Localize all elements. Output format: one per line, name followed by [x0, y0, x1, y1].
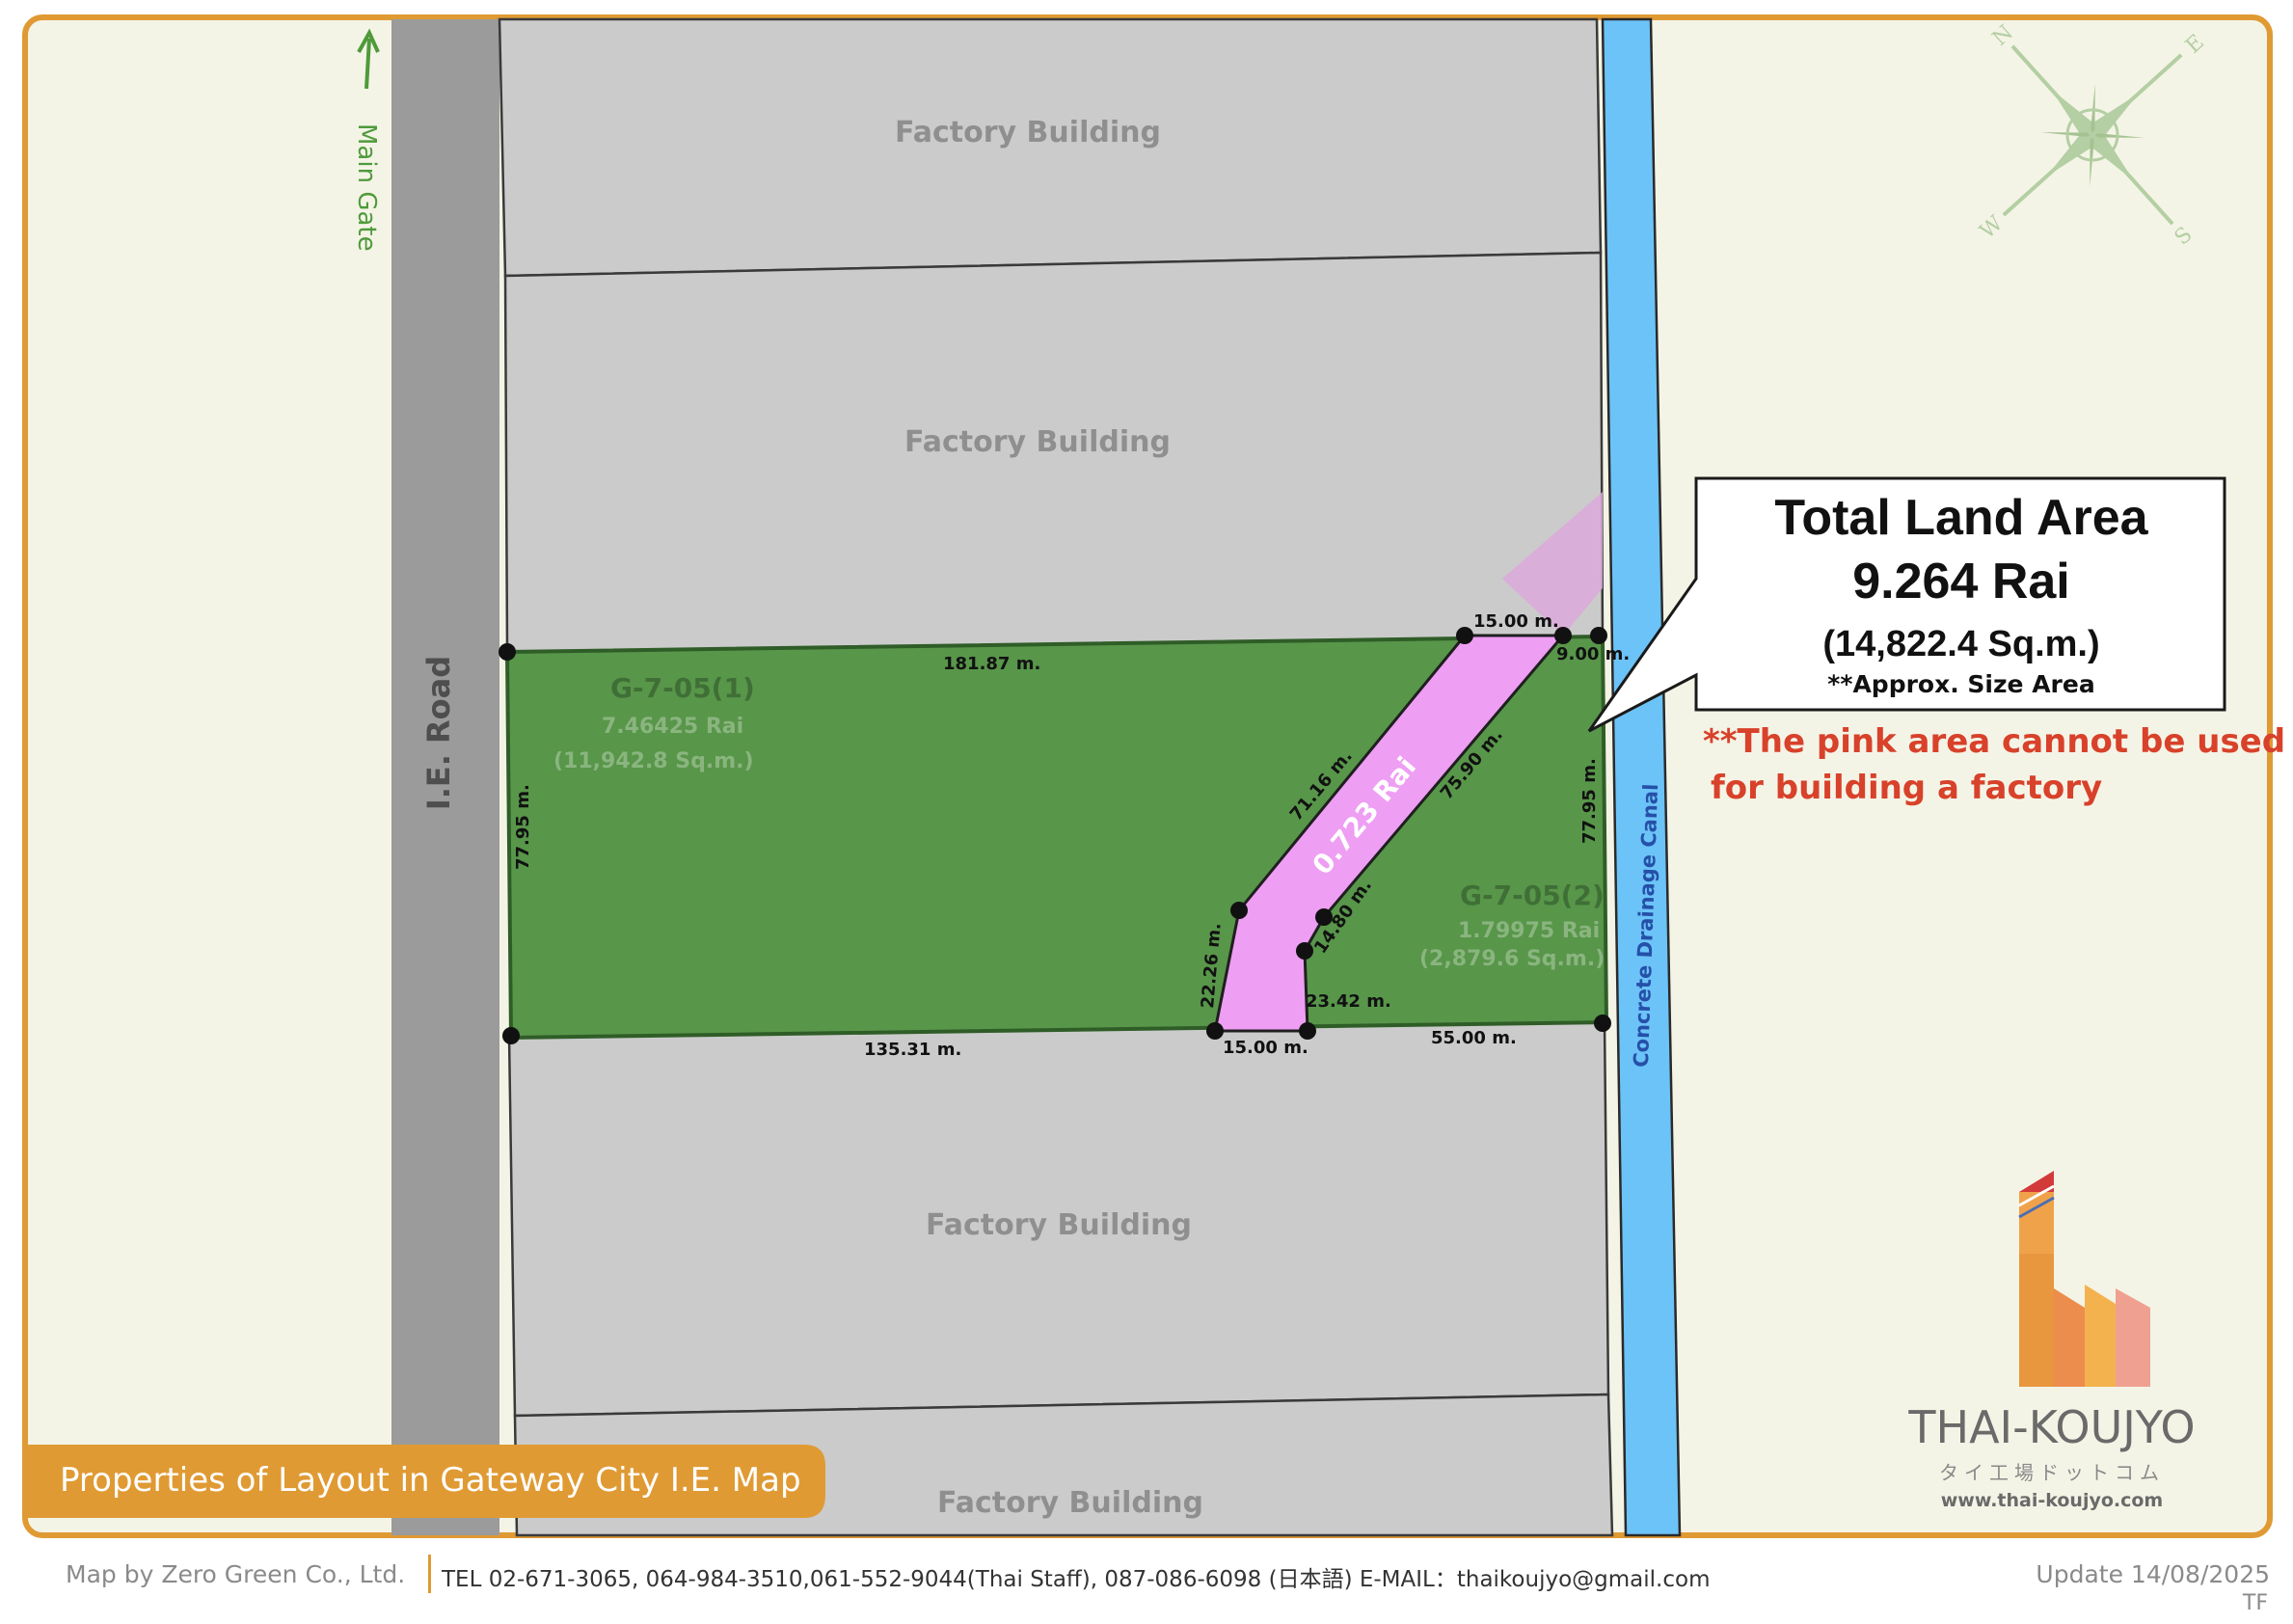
warning-line-2: for building a factory [1711, 769, 2102, 807]
plot1-sqm: (11,942.8 Sq.m.) [553, 749, 754, 773]
callout-title: Total Land Area [1774, 490, 2148, 546]
callout-sqm: (14,822.4 Sq.m.) [1822, 624, 2099, 664]
vertex-point [1594, 1015, 1611, 1032]
dim-bottom-left: 135.31 m. [864, 1040, 961, 1060]
factory-label-3: Factory Building [926, 1208, 1192, 1242]
footer-map-by: Map by Zero Green Co., Ltd. [66, 1560, 406, 1588]
plot2-sqm: (2,879.6 Sq.m.) [1419, 947, 1605, 971]
dim-bottom-right: 55.00 m. [1431, 1028, 1517, 1048]
logo-kana: タイ工場ドットコム [1939, 1461, 2165, 1484]
plot1-rai: 7.46425 Rai [602, 715, 743, 739]
dim-bottom-pink: 15.00 m. [1223, 1038, 1308, 1058]
dim-top-pink: 15.00 m. [1473, 611, 1559, 632]
vertex-point [1590, 627, 1607, 644]
vertex-point [1554, 627, 1572, 644]
plot2-rai: 1.79975 Rai [1458, 919, 1600, 943]
vertex-point [1456, 627, 1473, 644]
vertex-point [499, 643, 516, 661]
footer-divider [428, 1555, 431, 1593]
factory-label-2: Factory Building [904, 425, 1171, 459]
plot1-name: G-7-05(1) [610, 672, 755, 704]
vertex-point [1206, 1022, 1224, 1040]
dim-lower-right: 23.42 m. [1306, 991, 1391, 1012]
vertex-point [1230, 902, 1248, 919]
main-gate-label: Main Gate [352, 123, 381, 252]
warning-line-1: **The pink area cannot be used [1703, 722, 2285, 761]
callout-note: **Approx. Size Area [1827, 670, 2094, 698]
banner-title: Properties of Layout in Gateway City I.E… [60, 1461, 801, 1500]
plot2-name: G-7-05(2) [1460, 880, 1605, 911]
factory-label-4: Factory Building [937, 1486, 1203, 1520]
logo-url: www.thai-koujyo.com [1941, 1490, 2163, 1511]
dim-left: 77.95 m. [513, 784, 533, 870]
vertex-point [1315, 908, 1333, 926]
footer-contact: TEL 02-671-3065, 064-984-3510,061-552-90… [442, 1567, 1711, 1592]
vertex-point [1296, 942, 1313, 960]
callout-rai: 9.264 Rai [1852, 554, 2070, 609]
footer-update: Update 14/08/2025 [2036, 1560, 2270, 1588]
dim-top-right: 9.00 m. [1556, 644, 1630, 664]
site-map: I.E. Road Main Gate Factory Building Fac… [22, 14, 2285, 1538]
footer-code: TF [2242, 1591, 2268, 1615]
road-label: I.E. Road [420, 656, 457, 810]
dim-top: 181.87 m. [943, 654, 1040, 674]
dim-right: 77.95 m. [1579, 758, 1600, 844]
logo-brand: THAI-KOUJYO [1907, 1401, 2195, 1453]
factory-label-1: Factory Building [895, 116, 1161, 149]
vertex-point [1299, 1022, 1316, 1040]
vertex-point [502, 1027, 520, 1044]
